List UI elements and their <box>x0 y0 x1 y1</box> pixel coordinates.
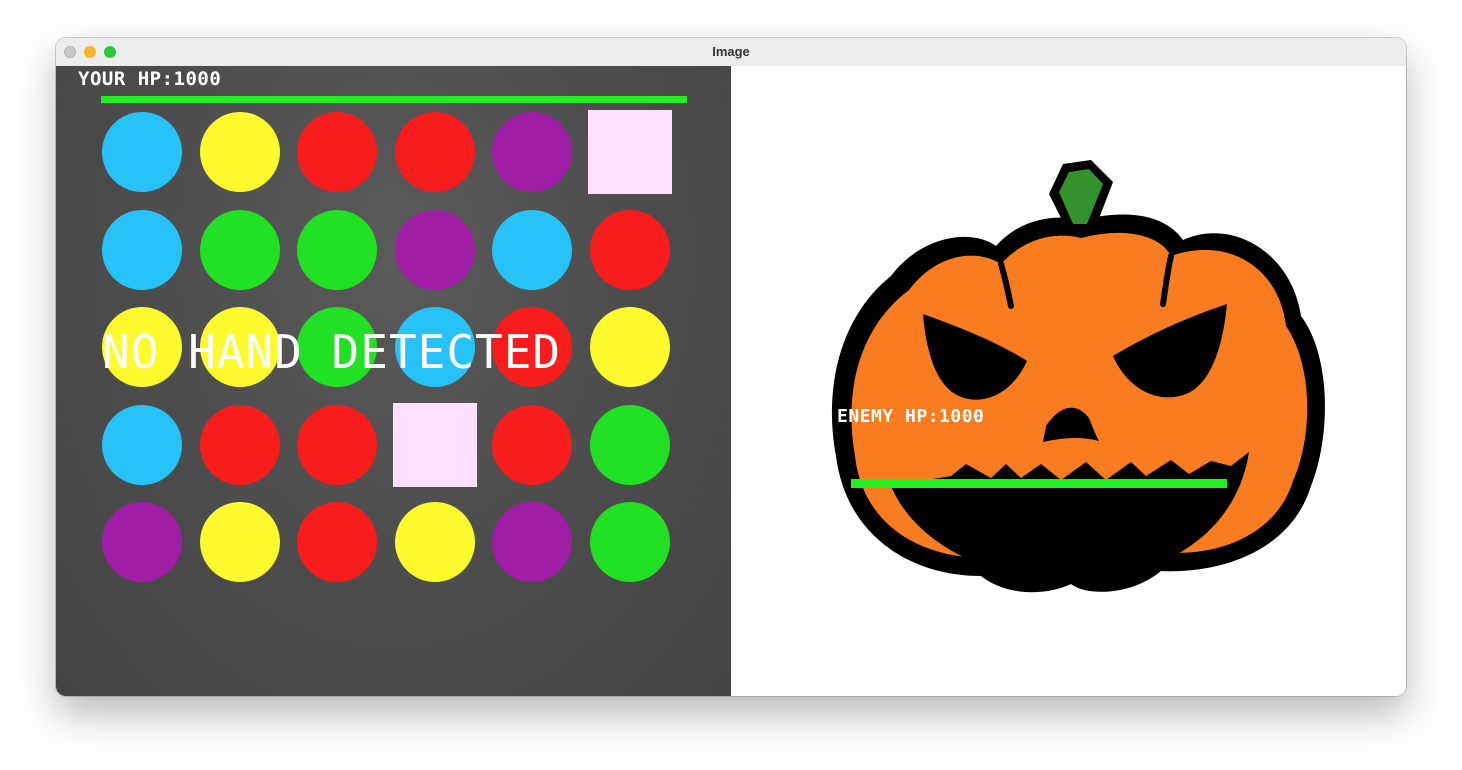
gem-green[interactable] <box>199 209 280 290</box>
gem-blue[interactable] <box>492 209 572 290</box>
gem-square-pink[interactable] <box>392 402 477 487</box>
gem-red[interactable] <box>297 502 377 582</box>
gem-purple[interactable] <box>492 502 572 582</box>
gem-red[interactable] <box>199 404 280 485</box>
player-board-panel[interactable]: YOUR HP:1000 NO HAND DETECTED <box>56 66 731 696</box>
window-title: Image <box>712 44 750 59</box>
gem-red[interactable] <box>589 209 670 290</box>
gem-purple[interactable] <box>394 209 475 290</box>
gem-purple[interactable] <box>492 112 572 192</box>
gem-green[interactable] <box>589 404 670 485</box>
game-canvas[interactable]: YOUR HP:1000 NO HAND DETECTED ENEMY HP:1… <box>56 66 1406 696</box>
gem-red[interactable] <box>297 404 377 485</box>
enemy-hp-label: ENEMY HP:1000 <box>837 406 985 427</box>
gem-blue[interactable] <box>102 209 182 290</box>
player-hp-bar <box>101 96 687 103</box>
gem-purple[interactable] <box>102 502 182 582</box>
gem-yellow[interactable] <box>199 502 280 582</box>
gem-blue[interactable] <box>102 404 182 485</box>
gem-red[interactable] <box>297 112 377 192</box>
gem-green[interactable] <box>589 502 670 582</box>
gem-red[interactable] <box>394 112 475 192</box>
gem-square-pink[interactable] <box>587 110 672 194</box>
jack-o-lantern-icon <box>831 160 1325 593</box>
gem-yellow[interactable] <box>394 502 475 582</box>
player-hp-label: YOUR HP:1000 <box>78 68 222 90</box>
gem-green[interactable] <box>297 209 377 290</box>
gem-red[interactable] <box>492 404 572 485</box>
enemy-panel: ENEMY HP:1000 <box>731 66 1406 696</box>
no-hand-message: NO HAND DETECTED <box>102 325 562 379</box>
game-window: Image YOUR HP:1000 NO HAND DETECTED ENEM… <box>56 38 1406 696</box>
gem-blue[interactable] <box>102 112 182 192</box>
enemy-hp-bar <box>851 479 1227 488</box>
gem-yellow[interactable] <box>199 112 280 192</box>
title-bar: Image <box>56 38 1406 67</box>
